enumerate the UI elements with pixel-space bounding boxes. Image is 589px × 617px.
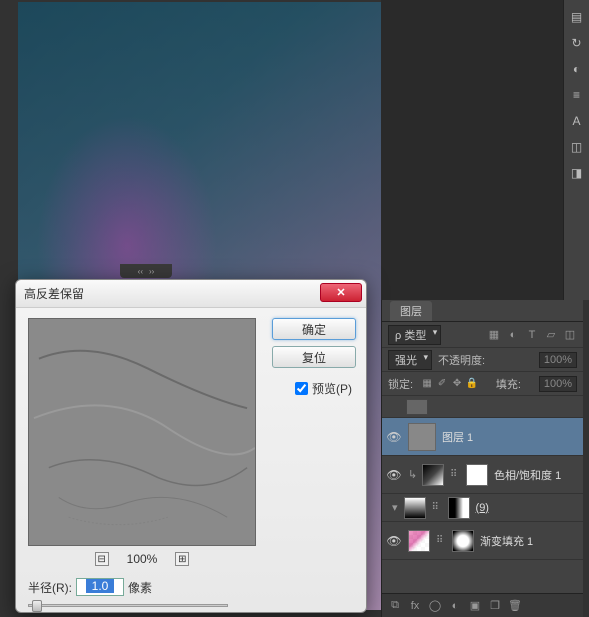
zoom-value: 100%	[127, 552, 158, 566]
radius-unit: 像素	[128, 579, 152, 596]
swatches-icon[interactable]: ▤	[568, 8, 586, 26]
lock-icons: ▦ ✐ ✥ 🔒	[421, 378, 478, 390]
radius-row: 半径(R): 1.0 像素	[28, 578, 152, 596]
doc-tab-handle[interactable]: ‹‹ ››	[120, 264, 172, 278]
layer-thumbnail	[408, 423, 436, 451]
history-icon[interactable]: ↻	[568, 34, 586, 52]
opacity-label: 不透明度:	[438, 352, 485, 368]
lock-transparent-icon[interactable]: ▦	[421, 378, 433, 390]
link-icon[interactable]: ⠿	[450, 469, 460, 480]
link-icon[interactable]: ⠿	[432, 502, 442, 513]
dialog-buttons: 确定 复位	[272, 318, 356, 368]
layer-mask-thumbnail[interactable]	[452, 530, 474, 552]
group-icon[interactable]: ▣	[468, 599, 482, 612]
plus-icon: ⊞	[178, 554, 186, 565]
radius-label: 半径(R):	[28, 579, 72, 596]
zoom-controls: ⊟ 100% ⊞	[28, 552, 256, 566]
new-layer-icon[interactable]: ❐	[488, 599, 502, 612]
clip-indicator-icon: ↳	[408, 468, 416, 481]
preview-svg	[29, 319, 255, 545]
close-icon: ✕	[336, 286, 345, 299]
blend-row: 强光 不透明度: 100%	[382, 348, 583, 372]
radius-slider[interactable]	[28, 600, 228, 612]
mask-icon[interactable]: ◯	[428, 599, 442, 612]
filter-kind-select[interactable]: ρ 类型	[388, 325, 441, 345]
dialog-title: 高反差保留	[24, 285, 84, 302]
fill-label: 填充:	[496, 376, 521, 392]
filter-pixel-icon[interactable]: ▦	[487, 328, 501, 342]
layer-filter-row: ρ 类型 ▦ ◐ T ▱ ◫	[382, 322, 583, 348]
minus-icon: ⊟	[97, 554, 105, 565]
layer-row-partial[interactable]	[382, 396, 583, 418]
layer-row-1[interactable]: 👁 图层 1	[382, 418, 583, 456]
filter-type-icon[interactable]: T	[525, 328, 539, 342]
visibility-icon[interactable]: 👁	[386, 430, 402, 444]
panel-tabs: 图层	[382, 300, 583, 322]
link-layers-icon[interactable]: ⧉	[388, 599, 402, 612]
lock-label: 锁定:	[388, 376, 413, 392]
layer-group-row[interactable]: ▾ ⠿ (9)	[382, 494, 583, 522]
layers-panel: 图层 ρ 类型 ▦ ◐ T ▱ ◫ 强光 不透明度: 100% 锁定: ▦ ✐ …	[381, 300, 583, 617]
adjustment-thumbnail	[422, 464, 444, 486]
filter-adjust-icon[interactable]: ◐	[506, 328, 520, 342]
preview-checkbox-label: 预览(P)	[312, 380, 352, 397]
chevron-down-icon[interactable]: ▾	[392, 501, 398, 514]
layer-thumb-partial	[406, 399, 428, 415]
chevron-left-icon: ‹‹	[138, 267, 143, 276]
filter-shape-icon[interactable]: ▱	[544, 328, 558, 342]
slider-track	[28, 604, 228, 607]
preview-checkbox-row[interactable]: 预览(P)	[295, 380, 352, 397]
layer-name[interactable]: 图层 1	[442, 429, 473, 445]
delete-icon[interactable]: 🗑	[508, 599, 522, 612]
lock-row: 锁定: ▦ ✐ ✥ 🔒 填充: 100%	[382, 372, 583, 396]
layers-shortcut-icon[interactable]: ◫	[568, 138, 586, 156]
high-pass-dialog: 高反差保留 ✕ ⊟ 100% ⊞ 半径(R):	[15, 279, 367, 613]
radius-input[interactable]: 1.0	[76, 578, 124, 596]
dialog-body: ⊟ 100% ⊞ 半径(R): 1.0 像素 确定 复位 预览(P)	[16, 308, 366, 612]
group-thumbnail	[404, 497, 426, 519]
kind-symbol: ρ	[395, 330, 401, 342]
layer-row-hue[interactable]: 👁 ↳ ⠿ 色相/饱和度 1	[382, 456, 583, 494]
visibility-icon[interactable]: 👁	[386, 534, 402, 548]
blend-mode-select[interactable]: 强光	[388, 350, 432, 370]
layer-name[interactable]: 渐变填充 1	[480, 533, 533, 549]
layers-tab[interactable]: 图层	[390, 301, 432, 321]
layer-row-gradient[interactable]: 👁 ⠿ 渐变填充 1	[382, 522, 583, 560]
right-toolbar: ▤ ↻ ◐ ≡ A ◫ ◨	[563, 0, 589, 300]
channels-icon[interactable]: ◨	[568, 164, 586, 182]
group-name[interactable]: (9)	[476, 502, 489, 514]
zoom-in-button[interactable]: ⊞	[175, 552, 189, 566]
ok-button[interactable]: 确定	[272, 318, 356, 340]
paragraph-icon[interactable]: ≡	[568, 86, 586, 104]
visibility-icon[interactable]: 👁	[386, 468, 402, 482]
slider-thumb[interactable]	[32, 600, 42, 612]
lock-pixels-icon[interactable]: ✐	[436, 378, 448, 390]
zoom-out-button[interactable]: ⊟	[95, 552, 109, 566]
fill-value[interactable]: 100%	[539, 376, 577, 392]
close-button[interactable]: ✕	[320, 283, 362, 302]
layer-mask-thumbnail[interactable]	[466, 464, 488, 486]
gradient-fill-thumbnail	[408, 530, 430, 552]
panel-background	[381, 0, 563, 300]
adjustments-icon[interactable]: ◐	[568, 60, 586, 78]
fx-icon[interactable]: fx	[408, 600, 422, 612]
lock-all-icon[interactable]: 🔒	[466, 378, 478, 390]
chevron-right-icon: ››	[149, 267, 154, 276]
opacity-value[interactable]: 100%	[539, 352, 577, 368]
layers-footer: ⧉ fx ◯ ◐ ▣ ❐ 🗑	[382, 593, 583, 617]
filter-smart-icon[interactable]: ◫	[563, 328, 577, 342]
lock-position-icon[interactable]: ✥	[451, 378, 463, 390]
character-icon[interactable]: A	[568, 112, 586, 130]
filter-icons: ▦ ◐ T ▱ ◫	[487, 328, 577, 342]
filter-preview[interactable]	[28, 318, 256, 546]
link-icon[interactable]: ⠿	[436, 535, 446, 546]
layer-name[interactable]: 色相/饱和度 1	[494, 467, 561, 483]
dialog-titlebar[interactable]: 高反差保留 ✕	[16, 280, 366, 308]
adjustment-icon[interactable]: ◐	[448, 600, 462, 612]
preview-checkbox[interactable]	[295, 382, 308, 395]
reset-button[interactable]: 复位	[272, 346, 356, 368]
group-mask-thumbnail[interactable]	[448, 497, 470, 519]
